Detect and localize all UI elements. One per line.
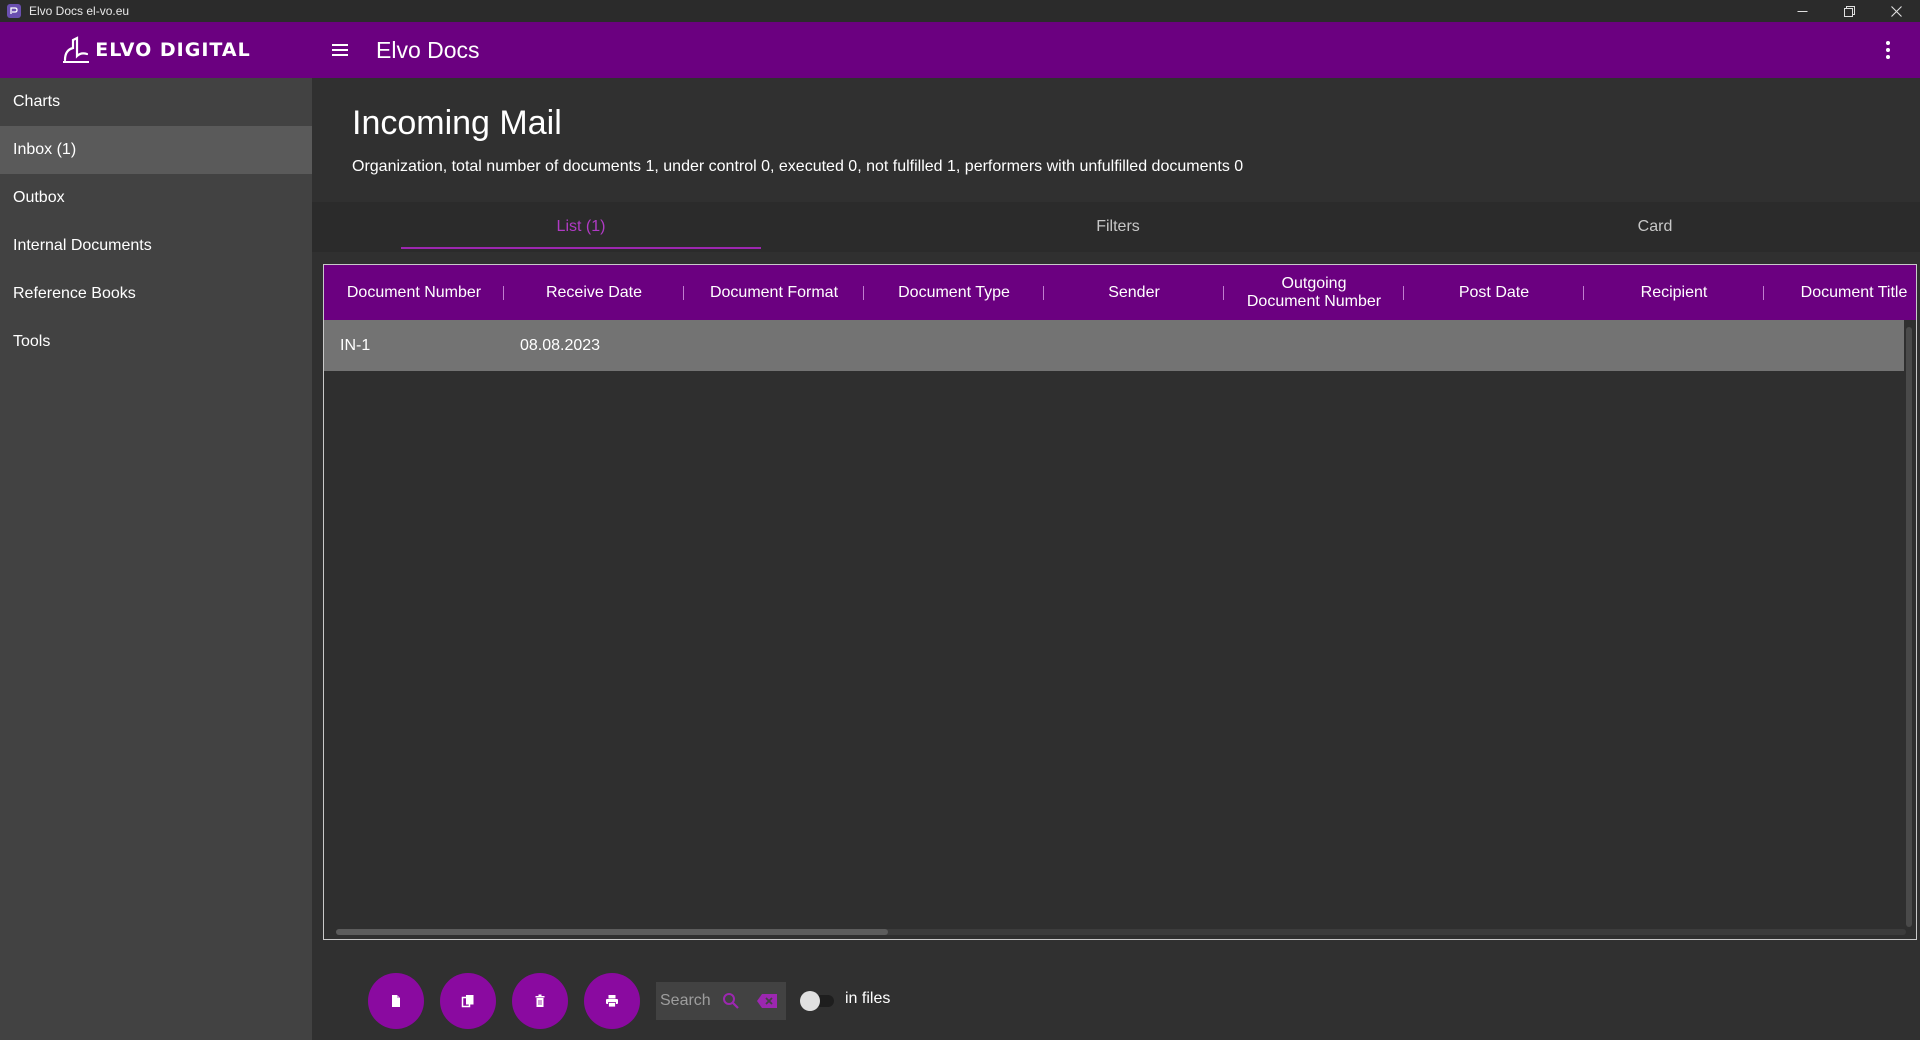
column-header-label: Sender: [1108, 283, 1160, 301]
column-header-label: Receive Date: [545, 283, 643, 301]
document-summary: Organization, total number of documents …: [352, 158, 1244, 175]
new-document-button[interactable]: [368, 973, 424, 1029]
sidebar-item-label: Outbox: [13, 189, 65, 206]
sidebar-item-label: Reference Books: [13, 285, 136, 302]
column-header-label: Outgoing Document Number: [1246, 274, 1382, 310]
logo-mark-icon: [63, 36, 90, 63]
column-header-recipient[interactable]: Recipient: [1584, 265, 1764, 320]
sidebar-item-charts[interactable]: Charts: [0, 78, 312, 126]
table-header: Document Number Receive Date Document Fo…: [324, 265, 1916, 320]
column-header-outgoing-document-number[interactable]: Outgoing Document Number: [1224, 265, 1404, 320]
cell-document-number: IN-1: [340, 336, 371, 354]
tab-label: Card: [1637, 218, 1673, 235]
sidebar-item-label: Internal Documents: [13, 237, 152, 254]
delete-icon: [535, 994, 545, 1007]
new-document-icon: [392, 995, 400, 1007]
sidebar-item-internal-documents[interactable]: Internal Documents: [0, 222, 312, 270]
print-icon: [606, 995, 618, 1008]
search-icon[interactable]: [722, 992, 740, 1010]
minimize-icon[interactable]: [1779, 0, 1826, 22]
toggle-knob: [800, 991, 820, 1011]
documents-table: Document Number Receive Date Document Fo…: [323, 264, 1917, 940]
app-icon: [7, 4, 21, 18]
column-header-document-type[interactable]: Document Type: [864, 265, 1044, 320]
vertical-scrollbar[interactable]: [1906, 327, 1912, 927]
column-header-receive-date[interactable]: Receive Date: [504, 265, 684, 320]
table-row[interactable]: IN-1 08.08.2023: [324, 320, 1904, 371]
clear-input-icon[interactable]: [756, 993, 778, 1009]
app-header: ELVO DIGITAL Elvo Docs: [0, 22, 1920, 78]
horizontal-scrollbar[interactable]: [336, 929, 1906, 935]
window-title: Elvo Docs el-vo.eu: [29, 4, 130, 18]
column-header-label: Document Format: [709, 283, 839, 301]
column-header-label: Recipient: [1640, 283, 1708, 301]
column-header-label: Document Type: [898, 283, 1010, 301]
sidebar-item-outbox[interactable]: Outbox: [0, 174, 312, 222]
column-header-label: Document Title: [1800, 283, 1908, 301]
active-tab-indicator: [401, 247, 761, 249]
sidebar-item-reference-books[interactable]: Reference Books: [0, 270, 312, 318]
column-header-label: Post Date: [1458, 283, 1530, 301]
in-files-label: in files: [845, 990, 891, 1007]
delete-button[interactable]: [512, 973, 568, 1029]
page-title: Incoming Mail: [352, 104, 562, 142]
main-content: Incoming Mail Organization, total number…: [312, 78, 1920, 1040]
tab-bar: List (1) Filters Card: [312, 202, 1920, 252]
copy-document-icon: [461, 995, 474, 1008]
window-titlebar: Elvo Docs el-vo.eu: [0, 0, 1920, 22]
sidebar-item-label: Charts: [13, 93, 61, 110]
horizontal-scrollbar-thumb[interactable]: [336, 929, 888, 935]
search-input[interactable]: [660, 986, 720, 1016]
sidebar-item-inbox[interactable]: Inbox (1): [0, 126, 312, 174]
print-button[interactable]: [584, 973, 640, 1029]
column-header-document-format[interactable]: Document Format: [684, 265, 864, 320]
app-title: Elvo Docs: [376, 36, 480, 63]
search-field: [656, 982, 786, 1020]
sidebar-item-label: Inbox (1): [13, 141, 77, 158]
tab-label: Filters: [1096, 218, 1140, 235]
more-vertical-icon[interactable]: [1868, 30, 1908, 70]
column-header-document-number[interactable]: Document Number: [324, 265, 504, 320]
in-files-toggle[interactable]: [800, 991, 836, 1011]
column-header-document-title[interactable]: Document Title: [1764, 265, 1916, 320]
tab-card[interactable]: Card: [1475, 202, 1835, 252]
restore-icon[interactable]: [1826, 0, 1873, 22]
sidebar: Charts Inbox (1) Outbox Internal Documen…: [0, 78, 312, 1040]
tab-list[interactable]: List (1): [401, 202, 761, 252]
hamburger-menu-icon[interactable]: [320, 30, 360, 70]
sidebar-item-tools[interactable]: Tools: [0, 318, 312, 366]
column-header-label: Document Number: [346, 283, 482, 301]
sidebar-item-label: Tools: [13, 333, 51, 350]
tab-label: List (1): [556, 218, 606, 235]
tab-filters[interactable]: Filters: [938, 202, 1298, 252]
cell-receive-date: 08.08.2023: [520, 336, 601, 354]
logo-text: ELVO DIGITAL: [95, 39, 251, 61]
column-header-post-date[interactable]: Post Date: [1404, 265, 1584, 320]
copy-document-button[interactable]: [440, 973, 496, 1029]
close-icon[interactable]: [1873, 0, 1920, 22]
brand-logo[interactable]: ELVO DIGITAL: [0, 22, 312, 78]
column-header-sender[interactable]: Sender: [1044, 265, 1224, 320]
